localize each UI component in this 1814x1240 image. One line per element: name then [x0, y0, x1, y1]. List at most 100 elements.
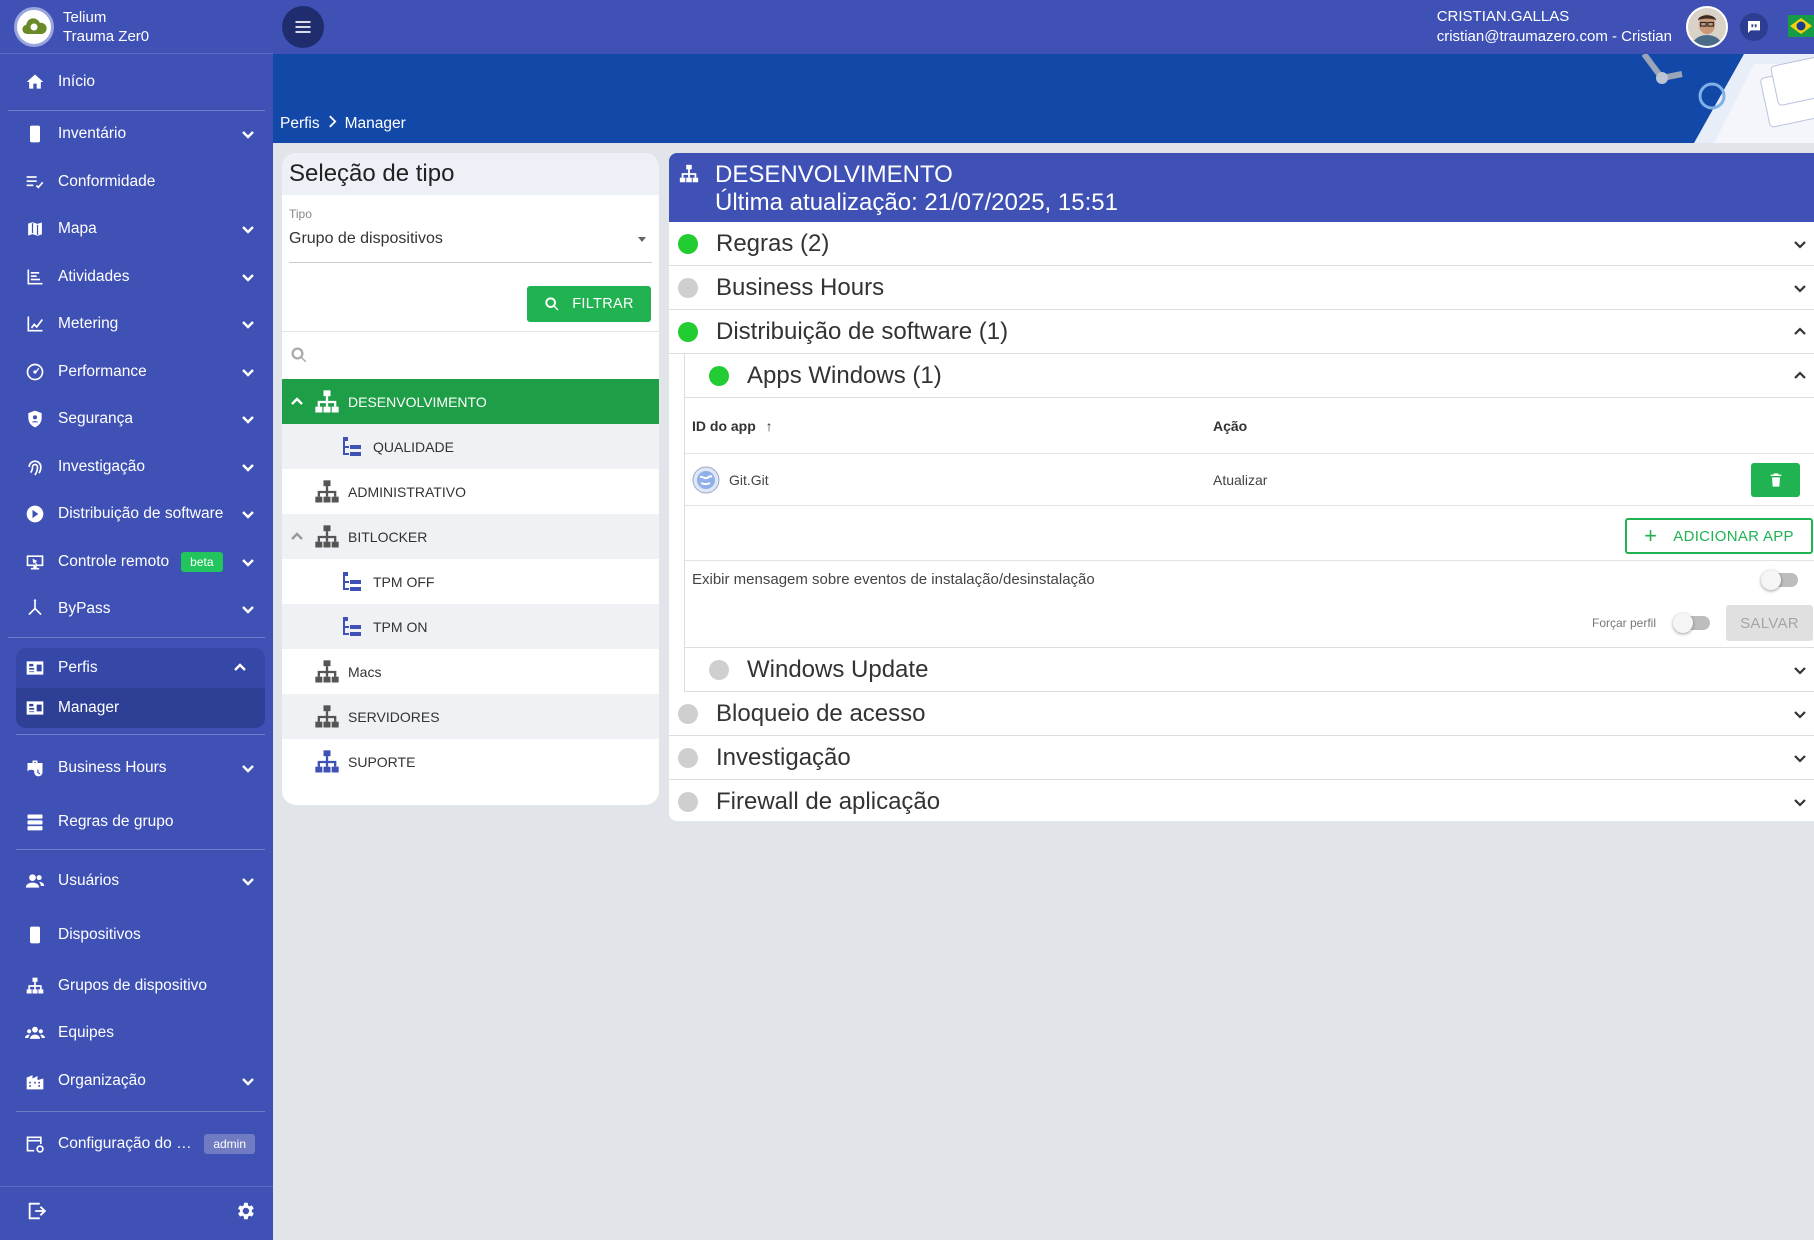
sidebar-item-configuracao[interactable]: Configuração do a... admin: [0, 1116, 273, 1172]
filter-button[interactable]: FILTRAR: [527, 286, 651, 322]
hamburger-icon: [295, 21, 311, 33]
sidebar-item-regras-grupo[interactable]: Regras de grupo: [0, 795, 273, 849]
sitemap-icon: [313, 748, 341, 776]
nav-secondary: Business Hours Regras de grupo: [0, 741, 273, 849]
type-select[interactable]: Tipo Grupo de dispositivos: [289, 205, 652, 263]
sidebar-item-inicio[interactable]: Início: [0, 58, 273, 106]
gear-icon[interactable]: [234, 1200, 256, 1227]
chat-button[interactable]: [1740, 13, 1768, 41]
tree-item-label: QUALIDADE: [373, 438, 454, 455]
apps-windows-body: ID do app ↑ Ação Git.Git Atualizar + ADI…: [684, 398, 1814, 648]
caret-down-icon: [638, 237, 646, 242]
section-business-hours[interactable]: Business Hours: [669, 266, 1814, 310]
section-regras[interactable]: Regras (2): [669, 222, 1814, 266]
breadcrumb-perfis[interactable]: Perfis: [280, 115, 320, 133]
sidebar-item-label: Investigação: [58, 457, 146, 475]
section-apps-windows[interactable]: Apps Windows (1): [684, 354, 1814, 398]
col-app-id-label: ID do app: [692, 417, 756, 434]
tree-item-qualidade[interactable]: QUALIDADE: [282, 424, 659, 469]
shield-icon: [24, 408, 46, 430]
section-firewall-aplicacao[interactable]: Firewall de aplicação: [669, 780, 1814, 821]
sidebar-item-distribuicao[interactable]: Distribuição de software: [0, 491, 273, 539]
sidebar-item-seguranca[interactable]: Segurança: [0, 396, 273, 444]
chevron-up-icon[interactable]: [290, 395, 304, 409]
logout-icon[interactable]: [26, 1200, 48, 1227]
sidebar-item-metering[interactable]: Metering: [0, 301, 273, 349]
tree-item-administrativo[interactable]: ADMINISTRATIVO: [282, 469, 659, 514]
add-app-button[interactable]: + ADICIONAR APP: [1625, 518, 1813, 554]
sidebar-item-usuarios[interactable]: Usuários: [0, 854, 273, 908]
status-dot: [678, 747, 698, 768]
section-label: Investigação: [716, 743, 851, 771]
tree-item-label: SERVIDORES: [348, 708, 440, 725]
chevron-down-icon: [241, 555, 255, 569]
sidebar-item-manager[interactable]: Manager: [16, 688, 265, 728]
breadcrumb: Perfis Manager: [280, 115, 406, 133]
brazil-flag-icon[interactable]: [1788, 15, 1814, 37]
tree-search-input[interactable]: [316, 346, 636, 364]
tree-item-macs[interactable]: Macs: [282, 649, 659, 694]
tree-item-label: SUPORTE: [348, 753, 416, 770]
status-dot: [678, 703, 698, 724]
section-bloqueio-acesso[interactable]: Bloqueio de acesso: [669, 692, 1814, 736]
activity-icon: [24, 266, 46, 288]
tree-item-tpm-on[interactable]: TPM ON: [282, 604, 659, 649]
config-icon: [24, 1133, 46, 1155]
sidebar-item-label: Mapa: [58, 220, 97, 238]
sidebar-item-performance[interactable]: Performance: [0, 348, 273, 396]
sidebar-item-conformidade[interactable]: Conformidade: [0, 158, 273, 206]
section-label: Bloqueio de acesso: [716, 699, 926, 727]
save-button[interactable]: SALVAR: [1726, 605, 1813, 641]
tree-search: [282, 331, 659, 378]
sidebar-item-inventario[interactable]: Inventário: [0, 111, 273, 159]
subtree-icon: [338, 568, 366, 596]
sidebar-item-label: Performance: [58, 362, 147, 380]
sidebar-item-business-hours[interactable]: Business Hours: [0, 741, 273, 795]
section-windows-update[interactable]: Windows Update: [684, 648, 1814, 692]
chevron-down-icon: [241, 365, 255, 379]
sidebar-item-dispositivos[interactable]: Dispositivos: [0, 908, 273, 962]
sidebar-item-label: Controle remoto: [58, 552, 170, 570]
sidebar-item-grupos-dispositivo[interactable]: Grupos de dispositivo: [0, 962, 273, 1010]
brand[interactable]: Telium Trauma Zer0: [0, 0, 273, 54]
force-profile-toggle[interactable]: [1673, 613, 1710, 633]
delete-app-button[interactable]: [1751, 462, 1800, 497]
section-investigacao[interactable]: Investigação: [669, 736, 1814, 780]
sidebar-item-mapa[interactable]: Mapa: [0, 206, 273, 254]
avatar[interactable]: [1686, 6, 1728, 48]
sidebar-item-bypass[interactable]: ByPass: [0, 586, 273, 634]
detail-title: DESENVOLVIMENTO: [715, 161, 953, 188]
chevron-down-icon: [241, 761, 255, 775]
perfis-group: Perfis Manager: [16, 648, 265, 728]
tree-item-label: TPM ON: [373, 618, 428, 635]
chevron-up-icon[interactable]: [290, 530, 304, 544]
tree-item-bitlocker[interactable]: BITLOCKER: [282, 514, 659, 559]
tree-item-servidores[interactable]: SERVIDORES: [282, 694, 659, 739]
group-tree: DESENVOLVIMENTO QUALIDADE ADMINISTRATIVO…: [282, 379, 659, 784]
install-message-toggle[interactable]: [1761, 570, 1798, 590]
page-banner: Perfis Manager: [273, 52, 1814, 143]
tree-item-label: BITLOCKER: [348, 528, 428, 545]
sidebar-item-atividades[interactable]: Atividades: [0, 253, 273, 301]
apps-table-header: ID do app ↑ Ação: [685, 398, 1814, 454]
sidebar-item-perfis[interactable]: Perfis: [16, 648, 265, 688]
tree-item-label: DESENVOLVIMENTO: [348, 393, 487, 410]
chevron-up-icon: [1792, 368, 1808, 384]
status-dot: [678, 321, 698, 342]
sidebar-item-label: Inventário: [58, 125, 127, 143]
sidebar-item-investigacao[interactable]: Investigação: [0, 443, 273, 491]
menu-button[interactable]: [282, 6, 324, 48]
section-distribuicao-software[interactable]: Distribuição de software (1): [669, 310, 1814, 354]
divider: [8, 637, 265, 638]
tree-item-tpm-off[interactable]: TPM OFF: [282, 559, 659, 604]
tree-item-desenvolvimento[interactable]: DESENVOLVIMENTO: [282, 379, 659, 424]
col-app-id[interactable]: ID do app ↑: [692, 418, 773, 434]
user-info[interactable]: CRISTIAN.GALLAS cristian@traumazero.com …: [1437, 7, 1672, 47]
tree-item-suporte[interactable]: SUPORTE: [282, 739, 659, 784]
sidebar-item-label: Conformidade: [58, 172, 156, 190]
profile-card-icon: [24, 697, 46, 719]
sidebar-item-organizacao[interactable]: Organização: [0, 1057, 273, 1105]
sidebar-item-label: Usuários: [58, 872, 120, 889]
sidebar-item-equipes[interactable]: Equipes: [0, 1010, 273, 1058]
sidebar-item-controle-remoto[interactable]: Controle remoto beta: [0, 538, 273, 586]
